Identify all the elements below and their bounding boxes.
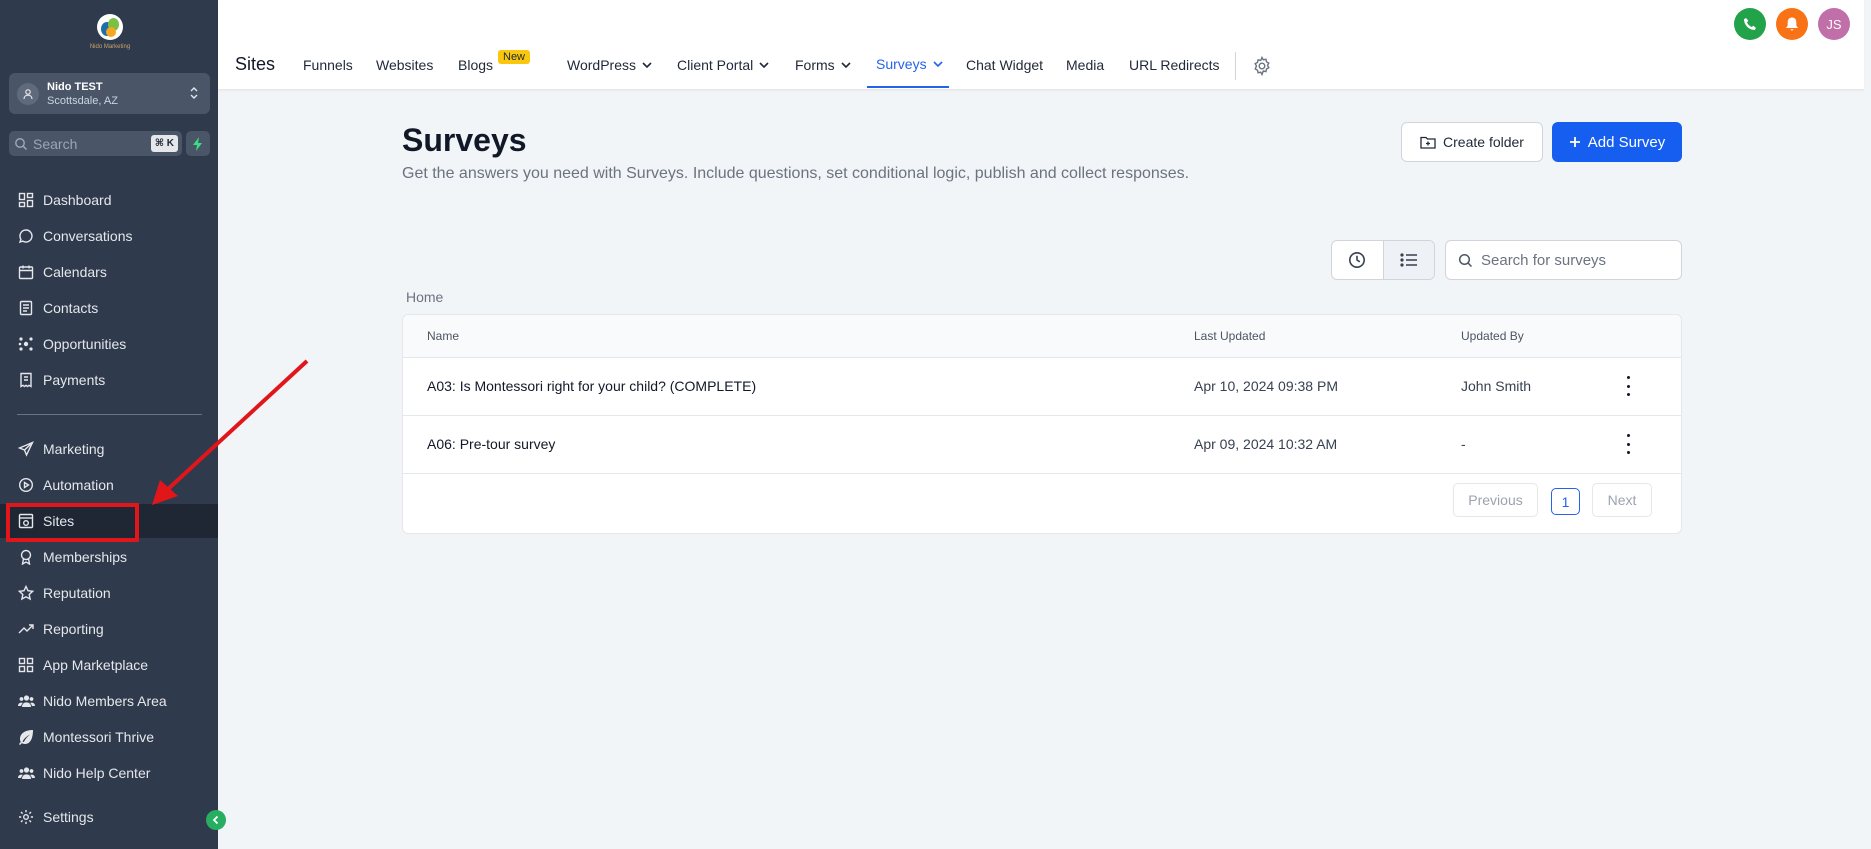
sidebar-item-label: App Marketplace: [43, 657, 149, 673]
table-row[interactable]: A03: Is Montessori right for your child?…: [403, 358, 1681, 416]
award-icon: [17, 548, 35, 566]
survey-last-updated: Apr 10, 2024 09:38 PM: [1194, 378, 1338, 394]
survey-updated-by: John Smith: [1461, 378, 1532, 394]
pagination-previous-button[interactable]: Previous: [1453, 483, 1538, 517]
user-avatar[interactable]: JS: [1818, 8, 1850, 40]
tab-label: URL Redirects: [1129, 57, 1220, 73]
section-title: Sites: [235, 54, 276, 74]
tab-label: Blogs: [458, 57, 494, 73]
settings-gear-icon[interactable]: [1252, 56, 1272, 76]
more-options-icon[interactable]: [1623, 434, 1633, 454]
survey-name[interactable]: A03: Is Montessori right for your child?…: [427, 378, 756, 394]
sidebar-item-label: Nido Help Center: [43, 765, 151, 781]
sidebar-item-label: Reporting: [43, 621, 104, 637]
tab-label: WordPress: [567, 57, 636, 73]
tab-chat-widget[interactable]: Chat Widget: [966, 57, 1043, 73]
column-header-updated-by[interactable]: Updated By: [1461, 329, 1524, 343]
sidebar-item-label: Reputation: [43, 585, 111, 601]
plus-icon: [1569, 137, 1580, 147]
table-row[interactable]: A06: Pre-tour survey Apr 09, 2024 10:32 …: [403, 416, 1681, 474]
new-badge: New: [498, 50, 531, 64]
tab-label: Funnels: [303, 57, 353, 73]
users-icon: [17, 764, 35, 782]
add-survey-button[interactable]: Add Survey: [1552, 122, 1682, 162]
gear-icon: [17, 808, 35, 826]
more-options-icon[interactable]: [1623, 376, 1633, 396]
sidebar-item-nido-members-area[interactable]: Nido Members Area: [0, 684, 218, 718]
bell-icon: [1786, 17, 1798, 31]
top-navigation-bar: Sites Funnels Websites Blogs New WordPre…: [218, 0, 1864, 90]
sidebar-item-reputation[interactable]: Reputation: [0, 576, 218, 610]
add-survey-label: Add Survey: [1587, 133, 1666, 151]
tab-label: Media: [1066, 57, 1105, 73]
star-icon: [17, 584, 35, 602]
chevron-down-icon: [642, 62, 652, 68]
grid-icon: [17, 656, 35, 674]
list-view-button[interactable]: [1382, 241, 1434, 279]
phone-button[interactable]: [1734, 8, 1766, 40]
leaf-icon: [17, 728, 35, 746]
sidebar-item-label: Montessori Thrive: [43, 729, 155, 745]
view-toggle: [1331, 240, 1435, 280]
tab-label: Websites: [376, 57, 434, 73]
tab-websites[interactable]: Websites: [376, 57, 433, 73]
chevron-left-icon: [212, 815, 219, 825]
chevron-down-icon: [841, 62, 851, 68]
tab-funnels[interactable]: Funnels: [303, 57, 353, 73]
survey-search: [1445, 240, 1682, 280]
tab-forms[interactable]: Forms: [795, 57, 851, 73]
column-header-last-updated[interactable]: Last Updated: [1194, 329, 1265, 343]
column-header-name[interactable]: Name: [427, 329, 459, 343]
clock-icon: [1349, 252, 1366, 268]
tab-separator: [1235, 52, 1236, 80]
pagination-page-button[interactable]: 1: [1551, 488, 1580, 515]
collapse-sidebar-button[interactable]: [206, 810, 226, 830]
recent-view-button[interactable]: [1332, 241, 1383, 279]
page-title: Surveys: [402, 122, 527, 158]
trend-icon: [17, 620, 35, 638]
create-folder-button[interactable]: Create folder: [1401, 122, 1543, 162]
table-header: Name Last Updated Updated By: [403, 315, 1681, 358]
tab-label: Surveys: [876, 56, 927, 72]
pagination-next-button[interactable]: Next: [1592, 483, 1652, 517]
notifications-button[interactable]: [1776, 8, 1808, 40]
survey-last-updated: Apr 09, 2024 10:32 AM: [1194, 436, 1338, 452]
sidebar-item-label: Settings: [43, 809, 94, 825]
surveys-table: Name Last Updated Updated By A03: Is Mon…: [402, 314, 1682, 534]
tab-url-redirects[interactable]: URL Redirects: [1129, 57, 1220, 73]
tab-wordpress[interactable]: WordPress: [567, 57, 652, 73]
chevron-down-icon: [933, 61, 943, 67]
survey-name[interactable]: A06: Pre-tour survey: [427, 436, 555, 452]
sidebar-item-label: Nido Members Area: [43, 693, 167, 709]
active-tab-indicator: [867, 86, 949, 88]
sidebar-item-nido-help-center[interactable]: Nido Help Center: [0, 756, 218, 790]
phone-icon: [1744, 18, 1756, 30]
breadcrumb-home[interactable]: Home: [406, 289, 443, 305]
sidebar-item-settings[interactable]: Settings: [0, 800, 218, 834]
create-folder-label: Create folder: [1443, 134, 1524, 150]
survey-updated-by: -: [1461, 436, 1466, 452]
tab-media[interactable]: Media: [1066, 57, 1104, 73]
users-icon: [17, 692, 35, 710]
chevron-down-icon: [759, 62, 769, 68]
tab-label: Forms: [795, 57, 835, 73]
sidebar-item-memberships[interactable]: Memberships: [0, 540, 218, 574]
sidebar-item-app-marketplace[interactable]: App Marketplace: [0, 648, 218, 682]
sidebar-item-label: Memberships: [43, 549, 128, 565]
search-icon: [1458, 253, 1473, 267]
tab-label: Chat Widget: [966, 57, 1044, 73]
sidebar-item-reporting[interactable]: Reporting: [0, 612, 218, 646]
tab-label: Client Portal: [677, 57, 754, 73]
tab-client-portal[interactable]: Client Portal: [677, 57, 769, 73]
sidebar-item-montessori-thrive[interactable]: Montessori Thrive: [0, 720, 218, 754]
folder-plus-icon: [1420, 136, 1436, 149]
tab-surveys[interactable]: Surveys: [876, 56, 943, 72]
page-description: Get the answers you need with Surveys. I…: [402, 165, 1190, 182]
list-icon: [1400, 253, 1417, 267]
survey-search-input[interactable]: [1481, 251, 1671, 269]
tab-blogs[interactable]: Blogs: [458, 57, 493, 73]
